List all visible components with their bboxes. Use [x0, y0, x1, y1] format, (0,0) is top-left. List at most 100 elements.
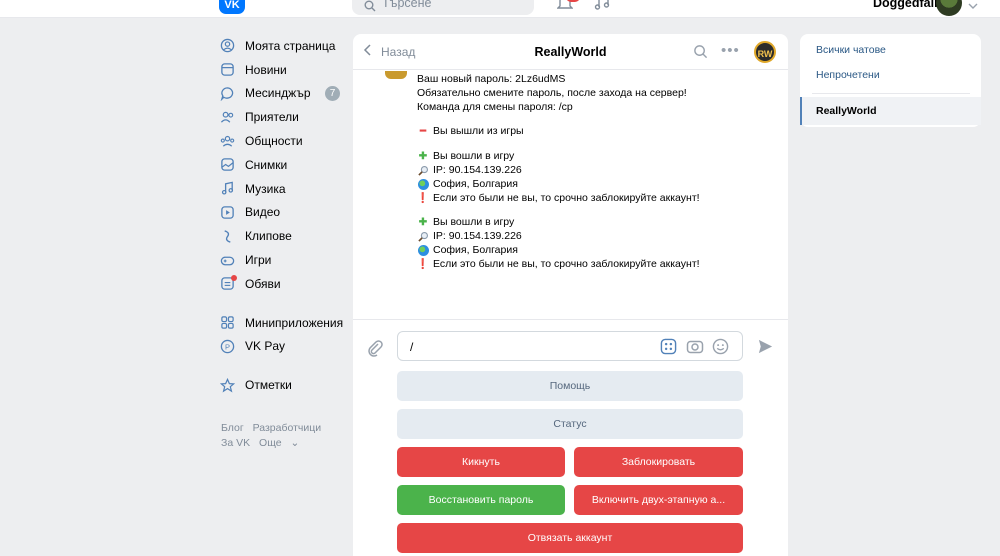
minus-icon: ━ [419, 125, 427, 137]
bot-button-enable-two-step[interactable]: Включить двух-этапную а... [574, 485, 743, 515]
filter-all-chats[interactable]: Всички чатове [816, 44, 886, 56]
top-header: VK Търсене Doggedfair [0, 0, 1000, 18]
message-line: Обязательно смените пароль, после захода… [417, 87, 687, 99]
message-line: София, Болгария [417, 244, 518, 256]
nav-label: Игри [245, 253, 272, 268]
vk-logo[interactable]: VK [219, 0, 245, 14]
nav-item-games[interactable]: Игри [219, 248, 344, 272]
message-line: ❗ Если это были не вы, то срочно заблокир… [416, 258, 700, 270]
photos-icon [219, 157, 235, 173]
chat-panel: Назад ReallyWorld ••• RW Ваш новый парол… [353, 34, 788, 556]
message-line: IP: 90.154.139.226 [417, 230, 522, 242]
music-icon [219, 181, 235, 197]
left-nav: Моята страница Новини Месинджър 7 Прияте… [219, 34, 344, 397]
message-line: IP: 90.154.139.226 [417, 164, 522, 176]
nav-item-friends[interactable]: Приятели [219, 105, 344, 129]
bot-button-help[interactable]: Помощь [397, 371, 743, 401]
bot-button-restore-password[interactable]: Восстановить пароль [397, 485, 565, 515]
nav-label: Месинджър [245, 86, 311, 101]
nav-label: Миниприложения [245, 315, 344, 330]
nav-label: Снимки [245, 157, 288, 172]
nav-label: Музика [245, 181, 286, 196]
svg-text:P: P [224, 342, 229, 351]
nav-label: Отметки [245, 378, 292, 393]
apps-icon [219, 315, 235, 331]
footer-links: Блог Разработчици За VK Още ⌄ [221, 421, 341, 451]
nav-divider [219, 296, 344, 311]
nav-label: Моята страница [245, 38, 336, 53]
search-icon [364, 0, 376, 21]
clips-icon [219, 228, 235, 244]
ads-icon [219, 274, 237, 292]
active-chat-label: ReallyWorld [816, 105, 877, 117]
nav-item-news[interactable]: Новини [219, 58, 344, 82]
notification-dot [231, 274, 237, 281]
message-line: Команда для смены пароля: /cp [417, 101, 573, 113]
nav-item-miniapps[interactable]: Миниприложения [219, 311, 344, 335]
chat-filter-panel: Всички чатове Непрочетени ReallyWorld [800, 34, 981, 127]
message-line: Ваш новый пароль: 2Lz6udMS [417, 73, 566, 85]
camera-icon[interactable] [686, 338, 704, 358]
vkpay-icon: P [219, 338, 235, 354]
username[interactable]: Doggedfair [873, 0, 939, 10]
nav-item-messenger[interactable]: Месинджър 7 [219, 82, 344, 106]
nav-item-video[interactable]: Видео [219, 201, 344, 225]
message-line: София, Болгария [417, 178, 518, 190]
message-history: Ваш новый пароль: 2Lz6udMS Обязательно с… [353, 71, 788, 318]
magnifier-icon [417, 231, 429, 242]
nav-label: Новини [245, 62, 287, 77]
emoji-smile-icon[interactable] [712, 338, 729, 358]
search-input[interactable]: Търсене [352, 0, 534, 15]
send-icon[interactable] [757, 338, 774, 358]
communities-icon [219, 133, 235, 149]
nav-item-music[interactable]: Музика [219, 177, 344, 201]
chevron-down-icon[interactable] [968, 0, 978, 12]
music-player-icon[interactable] [594, 0, 610, 13]
bot-button-status[interactable]: Статус [397, 409, 743, 439]
composer-divider [353, 319, 788, 320]
chat-header: Назад ReallyWorld ••• RW [353, 34, 788, 70]
chat-avatar[interactable]: RW [754, 41, 776, 63]
search-icon[interactable] [693, 44, 708, 62]
bot-button-unlink-account[interactable]: Отвязать аккаунт [397, 523, 743, 553]
nav-item-bookmarks[interactable]: Отметки [219, 373, 344, 397]
active-chat-item[interactable]: ReallyWorld [800, 97, 981, 125]
sender-avatar[interactable] [385, 71, 407, 79]
bot-button-kick[interactable]: Кикнуть [397, 447, 565, 477]
message-line: ✚ Вы вошли в игру [418, 150, 515, 162]
nav-item-vkpay[interactable]: P VK Pay [219, 335, 344, 359]
nav-label: VK Pay [245, 339, 286, 354]
nav-label: Клипове [245, 229, 292, 244]
search-placeholder: Търсене [382, 0, 432, 10]
message-line: ━ Вы вышли из игры [417, 125, 524, 137]
user-avatar[interactable] [936, 0, 962, 16]
exclamation-icon: ❗ [416, 192, 430, 204]
plus-icon: ✚ [418, 150, 428, 162]
nav-item-communities[interactable]: Общности [219, 129, 344, 153]
paperclip-icon[interactable] [366, 339, 384, 360]
message-line: ✚ Вы вошли в игру [418, 216, 515, 228]
chevron-down-icon[interactable]: ⌄ [290, 437, 299, 449]
nav-label: Приятели [245, 110, 299, 125]
message-icon [219, 85, 235, 101]
nav-label: Видео [245, 205, 281, 220]
nav-item-my-page[interactable]: Моята страница [219, 34, 344, 58]
footer-link-more[interactable]: Още [259, 437, 282, 449]
message-input[interactable]: / [397, 331, 743, 361]
nav-divider [219, 358, 344, 373]
message-input-value: / [410, 340, 414, 354]
bot-keyboard-icon[interactable] [660, 338, 677, 358]
nav-item-clips[interactable]: Клипове [219, 224, 344, 248]
notifications-bell-icon[interactable] [556, 0, 574, 15]
filter-unread[interactable]: Непрочетени [816, 69, 880, 81]
footer-link-blog[interactable]: Блог [221, 422, 244, 434]
bot-button-block[interactable]: Заблокировать [574, 447, 743, 477]
exclamation-icon: ❗ [416, 258, 430, 270]
footer-link-developers[interactable]: Разработчици [253, 422, 322, 434]
footer-link-about[interactable]: За VK [221, 437, 250, 449]
globe-icon [417, 178, 429, 190]
more-options-icon[interactable]: ••• [721, 42, 740, 59]
games-icon [219, 252, 235, 268]
nav-item-photos[interactable]: Снимки [219, 153, 344, 177]
nav-item-ads[interactable]: Обяви [219, 272, 344, 296]
